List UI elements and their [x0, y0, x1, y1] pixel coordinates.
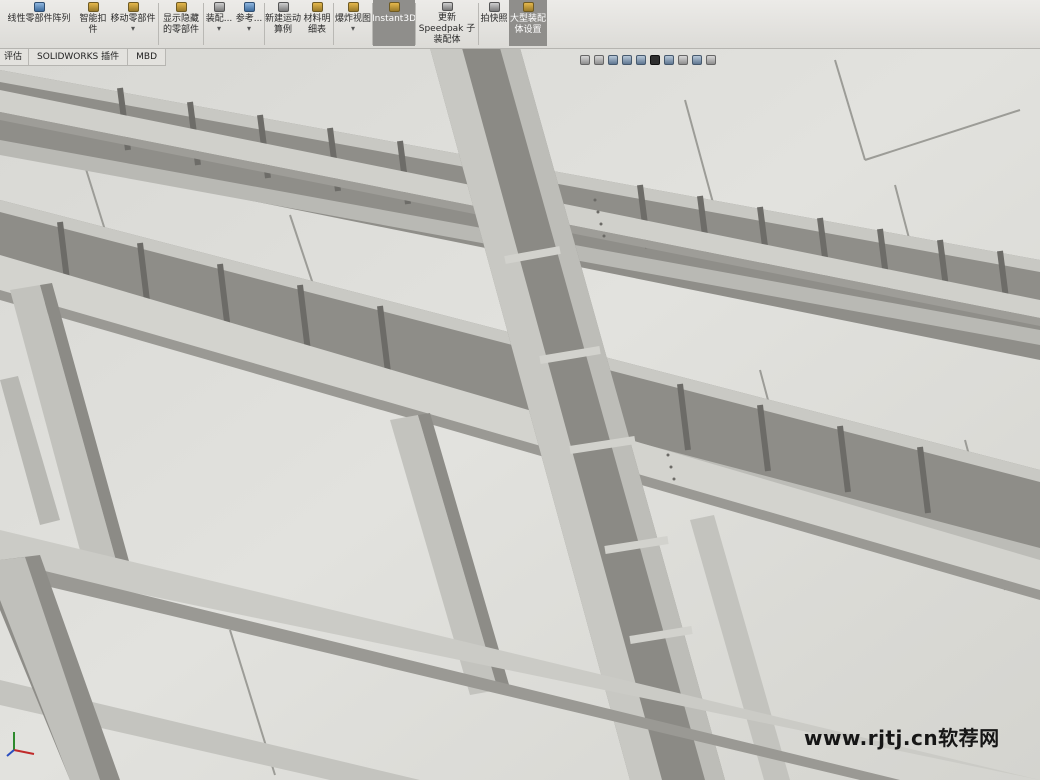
smart-fastener-button[interactable]: 智能扣件 [78, 0, 108, 46]
watermark-text: www.rjtj.cn软荐网 [804, 726, 1000, 750]
assembly-feature-icon [213, 2, 225, 12]
button-label: 材料明细表 [303, 14, 331, 35]
view-orientation-icon[interactable] [636, 55, 646, 65]
button-label: 线性零部件阵列 [7, 14, 71, 24]
move-component-icon [127, 2, 139, 12]
graphics-area[interactable] [0, 0, 1040, 780]
speedpak-icon [441, 2, 453, 11]
move-component-button[interactable]: 移动零部件 ▾ [108, 0, 158, 46]
tab-solidworks-addins[interactable]: SOLIDWORKS 插件 [29, 49, 129, 65]
update-speedpak-button[interactable]: 更新 Speedpak 子装配体 [416, 0, 478, 46]
bom-icon [311, 2, 323, 12]
large-assembly-settings-button[interactable]: 大型装配体设置 [509, 0, 547, 46]
instant3d-button[interactable]: Instant3D [373, 0, 415, 46]
section-view-icon[interactable] [622, 55, 632, 65]
button-label: 显示隐藏的零部件 [162, 14, 199, 35]
apply-scene-icon[interactable] [692, 55, 702, 65]
reference-geometry-icon [243, 2, 255, 12]
assembly-feature-button[interactable]: 装配... ▾ [204, 0, 234, 46]
large-assembly-icon [522, 2, 534, 12]
reference-geometry-button[interactable]: 参考... ▾ [234, 0, 264, 46]
dropdown-arrow-icon[interactable]: ▾ [247, 25, 251, 33]
show-hidden-icon [175, 2, 187, 12]
hide-show-items-icon[interactable] [664, 55, 674, 65]
button-label: 拍快照 [480, 14, 508, 24]
camera-icon [488, 2, 500, 12]
zoom-to-area-icon[interactable] [594, 55, 604, 65]
steel-frame-model [0, 0, 1040, 780]
instant3d-icon [388, 2, 400, 12]
show-hidden-button[interactable]: 显示隐藏的零部件 [159, 0, 203, 46]
view-settings-icon[interactable] [706, 55, 716, 65]
dropdown-arrow-icon[interactable]: ▾ [217, 25, 221, 33]
command-manager-tabs: 评估 SOLIDWORKS 插件 MBD [0, 49, 166, 66]
smart-fastener-icon [87, 2, 99, 12]
exploded-view-button[interactable]: 爆炸视图 ▾ [334, 0, 372, 46]
linear-pattern-icon [33, 2, 45, 12]
bom-button[interactable]: 材料明细表 [301, 0, 333, 46]
take-snapshot-button[interactable]: 拍快照 [479, 0, 509, 46]
tab-mbd[interactable]: MBD [128, 49, 166, 65]
command-manager-ribbon: 线性零部件阵列 智能扣件 移动零部件 ▾ 显示隐藏的零部件 装配... ▾ 参考… [0, 0, 1040, 49]
motion-study-icon [277, 2, 289, 12]
button-label: 智能扣件 [79, 14, 107, 35]
button-label: 更新 Speedpak 子装配体 [418, 13, 476, 45]
linear-pattern-button[interactable]: 线性零部件阵列 [0, 0, 78, 46]
button-label: 大型装配体设置 [509, 14, 546, 35]
exploded-view-icon [347, 2, 359, 12]
tab-evaluate[interactable]: 评估 [0, 49, 30, 65]
heads-up-view-toolbar [580, 52, 716, 68]
dropdown-arrow-icon[interactable]: ▾ [131, 25, 135, 33]
display-style-icon[interactable] [650, 55, 660, 65]
button-label: Instant3D [373, 14, 415, 24]
coordinate-triad-icon [6, 732, 35, 757]
previous-view-icon[interactable] [608, 55, 618, 65]
zoom-to-fit-icon[interactable] [580, 55, 590, 65]
edit-appearance-icon[interactable] [678, 55, 688, 65]
new-motion-study-button[interactable]: 新建运动算例 [265, 0, 301, 46]
button-label: 新建运动算例 [265, 14, 301, 35]
dropdown-arrow-icon[interactable]: ▾ [351, 25, 355, 33]
